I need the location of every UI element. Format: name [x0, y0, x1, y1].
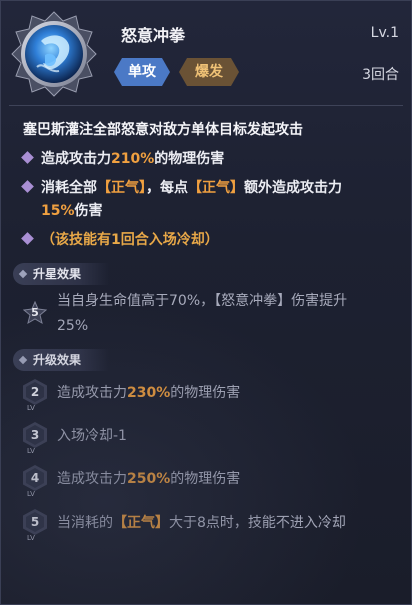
effect-text: ，每点 — [146, 180, 188, 196]
upgrade-item-3: 入场冷却-1 — [57, 424, 127, 448]
lv-label: LV — [27, 447, 35, 455]
upgrade-section-title: 升级效果 — [13, 349, 109, 371]
effect-text: 额外造成攻击力 — [244, 180, 342, 196]
level-hex-icon: 4 LV — [23, 465, 49, 499]
lv-label: LV — [27, 404, 35, 412]
note-text: （该技能有1回合入场冷却） — [41, 232, 219, 248]
upgrade-text: 造成攻击力 — [57, 471, 127, 487]
diamond-bullet-icon — [21, 180, 34, 193]
upgrade-text: 当消耗的 — [57, 515, 113, 531]
resource-name: 【正气】 — [97, 180, 146, 196]
resource-name: 【正气】 — [113, 515, 169, 531]
level-hex-icon: 3 LV — [23, 422, 49, 456]
effect-value: 15% — [41, 203, 75, 219]
skill-portrait-icon[interactable] — [11, 11, 97, 97]
effect-text: 的物理伤害 — [154, 151, 225, 167]
effect-text: 消耗全部 — [41, 180, 97, 196]
resource-name: 【正气】 — [188, 180, 244, 196]
tag-burst: 爆发 — [179, 58, 239, 86]
effect-damage: 造成攻击力210%的物理伤害 — [21, 147, 225, 171]
effect-text: 造成攻击力 — [41, 151, 111, 167]
tag-single-target: 单攻 — [114, 58, 170, 86]
effect-value: 210% — [111, 151, 155, 167]
lv-label: LV — [27, 490, 35, 498]
level-hex-icon: 5 LV — [23, 509, 49, 543]
star-badge-icon: 5 — [22, 300, 48, 325]
skill-description: 塞巴斯灌注全部怒意对敌方单体目标发起攻击 — [23, 122, 303, 138]
header-divider — [9, 105, 403, 106]
skill-name: 怒意冲拳 — [121, 26, 186, 45]
star-badge-number: 5 — [31, 306, 39, 319]
effect-consume: 消耗全部【正气】，每点【正气】额外造成攻击力 — [21, 176, 393, 200]
cooldown-rounds: 3回合 — [362, 67, 399, 83]
upgrade-value: 230% — [127, 385, 171, 401]
upgrade-item-2: 造成攻击力230%的物理伤害 — [57, 381, 240, 405]
skill-tooltip-panel: 怒意冲拳 Lv.1 单攻 爆发 3回合 塞巴斯灌注全部怒意对敌方单体目标发起攻击… — [0, 0, 412, 605]
effect-consume-cont: 15%伤害 — [41, 199, 103, 223]
skill-header: 怒意冲拳 Lv.1 单攻 爆发 3回合 — [1, 1, 411, 107]
star-section-title: 升星效果 — [13, 263, 109, 285]
upgrade-item-5: 当消耗的【正气】大于8点时，技能不进入冷却 — [57, 511, 346, 535]
skill-level: Lv.1 — [370, 25, 399, 41]
effect-text: 伤害 — [74, 203, 103, 219]
effect-note: （该技能有1回合入场冷却） — [21, 228, 219, 252]
star-effect-text: 当自身生命值高于70%，【怒意冲拳】伤害提升 — [57, 293, 348, 309]
upgrade-item-4: 造成攻击力250%的物理伤害 — [57, 467, 240, 491]
diamond-bullet-icon — [21, 151, 34, 164]
level-hex-icon: 2 LV — [23, 379, 49, 413]
upgrade-text: 的物理伤害 — [170, 385, 241, 401]
upgrade-value: 250% — [127, 471, 171, 487]
lv-label: LV — [27, 534, 35, 542]
upgrade-text: 大于8点时，技能不进入冷却 — [169, 515, 346, 531]
upgrade-text: 造成攻击力 — [57, 385, 127, 401]
diamond-bullet-icon — [21, 232, 34, 245]
star-effect-text-cont: 25% — [57, 318, 89, 334]
upgrade-text: 的物理伤害 — [170, 471, 241, 487]
upgrade-text: 入场冷却-1 — [57, 428, 127, 444]
